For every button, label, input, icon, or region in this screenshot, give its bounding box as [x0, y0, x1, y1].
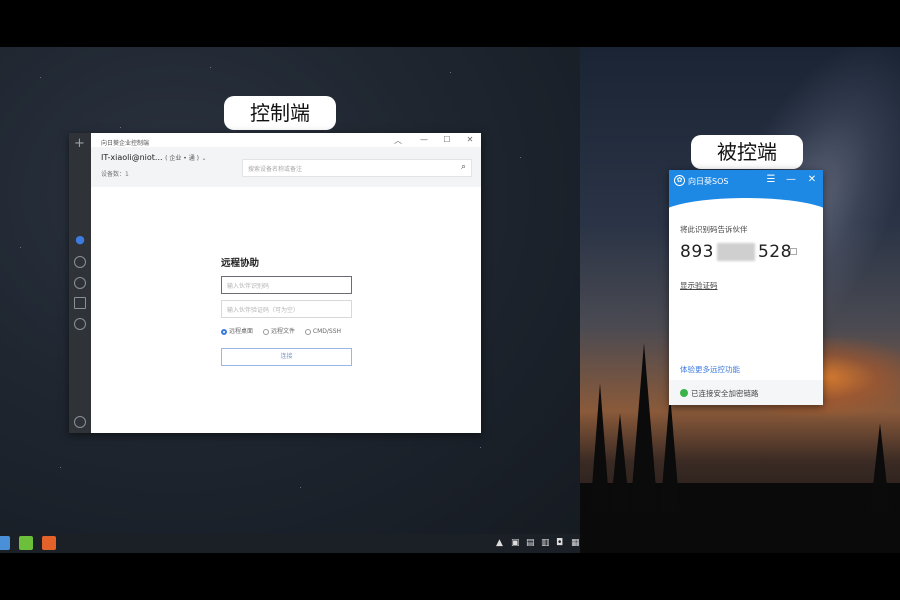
minimize-button[interactable]: —: [785, 174, 797, 185]
tree-silhouette: [630, 343, 658, 513]
tray-arrow-icon[interactable]: ▲: [496, 538, 503, 548]
sos-window: ✿ 向日葵SOS ☰ — ✕ 将此识别码告诉伙伴 893 528 显示验证码 体验…: [669, 170, 823, 405]
tray-app-icon[interactable]: ◘: [556, 538, 563, 548]
controlled-label: 被控端: [691, 135, 803, 169]
tray-network-icon[interactable]: ▣: [511, 538, 520, 548]
connect-button[interactable]: 连接: [221, 348, 352, 366]
taskbar-app-icon[interactable]: [42, 536, 56, 550]
devices-icon[interactable]: ●: [74, 234, 86, 247]
collapse-button[interactable]: ︿: [391, 135, 405, 146]
tray-app-icon[interactable]: ▦: [571, 538, 580, 548]
close-button[interactable]: ✕: [463, 135, 477, 144]
mode-remote-desktop[interactable]: 远程桌面: [221, 328, 253, 335]
grid-icon[interactable]: [74, 297, 86, 309]
window-title: 向日葵企业控制端: [101, 140, 150, 147]
sidebar: + ●: [69, 133, 91, 433]
tree-silhouette: [610, 413, 630, 513]
taskbar-app-icon[interactable]: [19, 536, 33, 550]
account-header: IT-xiaoli@niot... ( 企业 • 通 ) ⌄ 设备数：1 搜索设…: [91, 147, 481, 187]
search-icon[interactable]: ⌕: [461, 162, 466, 172]
remote-icon[interactable]: [74, 277, 86, 289]
mode-label: 远程文件: [270, 328, 295, 335]
radio-icon: [304, 328, 311, 335]
mode-cmd-ssh[interactable]: CMD/SSH: [304, 328, 342, 335]
account-tag: ( 企业 • 通 ): [165, 155, 199, 162]
search-input[interactable]: 搜索设备名称或备注 ⌕: [242, 159, 472, 177]
account-name: IT-xiaoli@niot...: [101, 153, 163, 162]
more-features-link[interactable]: 体验更多远控功能: [680, 364, 740, 375]
taskbar: ▲ ▣ ▤ ▥ ◘ ▦: [0, 534, 580, 553]
copy-icon[interactable]: [790, 248, 797, 255]
history-icon[interactable]: [74, 256, 86, 268]
code-end: 528: [757, 242, 792, 262]
account-switcher[interactable]: IT-xiaoli@niot... ( 企业 • 通 ) ⌄: [101, 153, 207, 162]
sos-titlebar: ✿ 向日葵SOS ☰ — ✕: [669, 170, 823, 192]
device-count: 设备数：1: [101, 171, 129, 178]
tree-silhouette: [590, 383, 610, 513]
taskbar-app-icon[interactable]: [0, 536, 10, 550]
tray-app-icon[interactable]: ▥: [541, 538, 550, 548]
identification-code: 893 528: [680, 242, 792, 262]
tree-silhouette: [870, 423, 890, 513]
partner-code-placeholder: 输入伙伴识别码: [227, 283, 270, 290]
minimize-button[interactable]: —: [417, 135, 431, 144]
code-prompt: 将此识别码告诉伙伴: [680, 225, 748, 234]
status-ok-icon: [680, 389, 688, 397]
code-start: 893: [680, 242, 714, 262]
maximize-button[interactable]: ☐: [440, 135, 454, 144]
sunflower-logo-icon: ✿: [674, 175, 685, 186]
letterbox-bottom: [0, 553, 900, 600]
controller-window: + ● 向日葵企业控制端 ︿ — ☐ ✕ IT-xiaoli@niot... (…: [69, 133, 481, 433]
form-title: 远程协助: [221, 258, 260, 269]
tray-app-icon[interactable]: ▤: [526, 538, 535, 548]
plus-icon[interactable]: +: [74, 136, 85, 151]
chevron-down-icon: ⌄: [201, 155, 207, 162]
partner-code-input[interactable]: 输入伙伴识别码: [221, 276, 352, 294]
sos-title: 向日葵SOS: [688, 177, 729, 186]
controller-label: 控制端: [224, 96, 336, 130]
letterbox-top: [0, 0, 900, 47]
mode-label: 远程桌面: [229, 328, 254, 335]
mode-remote-file[interactable]: 远程文件: [262, 328, 295, 335]
radio-checked-icon: [221, 328, 227, 335]
settings-icon[interactable]: [74, 416, 86, 428]
status-text: 已连接安全加密链路: [691, 389, 759, 398]
mode-label: CMD/SSH: [312, 328, 342, 335]
partner-verify-input[interactable]: 输入伙伴验证码（可为空）: [221, 300, 352, 318]
search-placeholder: 搜索设备名称或备注: [248, 166, 303, 173]
radio-icon: [262, 328, 269, 335]
box-icon[interactable]: [74, 318, 86, 330]
mode-options: 远程桌面 远程文件 CMD/SSH: [221, 326, 349, 335]
close-button[interactable]: ✕: [806, 174, 818, 185]
partner-verify-placeholder: 输入伙伴验证码（可为空）: [227, 307, 300, 314]
tree-silhouette: [660, 393, 680, 513]
code-mask: [716, 243, 755, 261]
status-bar: 已连接安全加密链路: [669, 380, 823, 405]
show-verify-link[interactable]: 显示验证码: [680, 280, 718, 291]
menu-button[interactable]: ☰: [765, 174, 777, 185]
